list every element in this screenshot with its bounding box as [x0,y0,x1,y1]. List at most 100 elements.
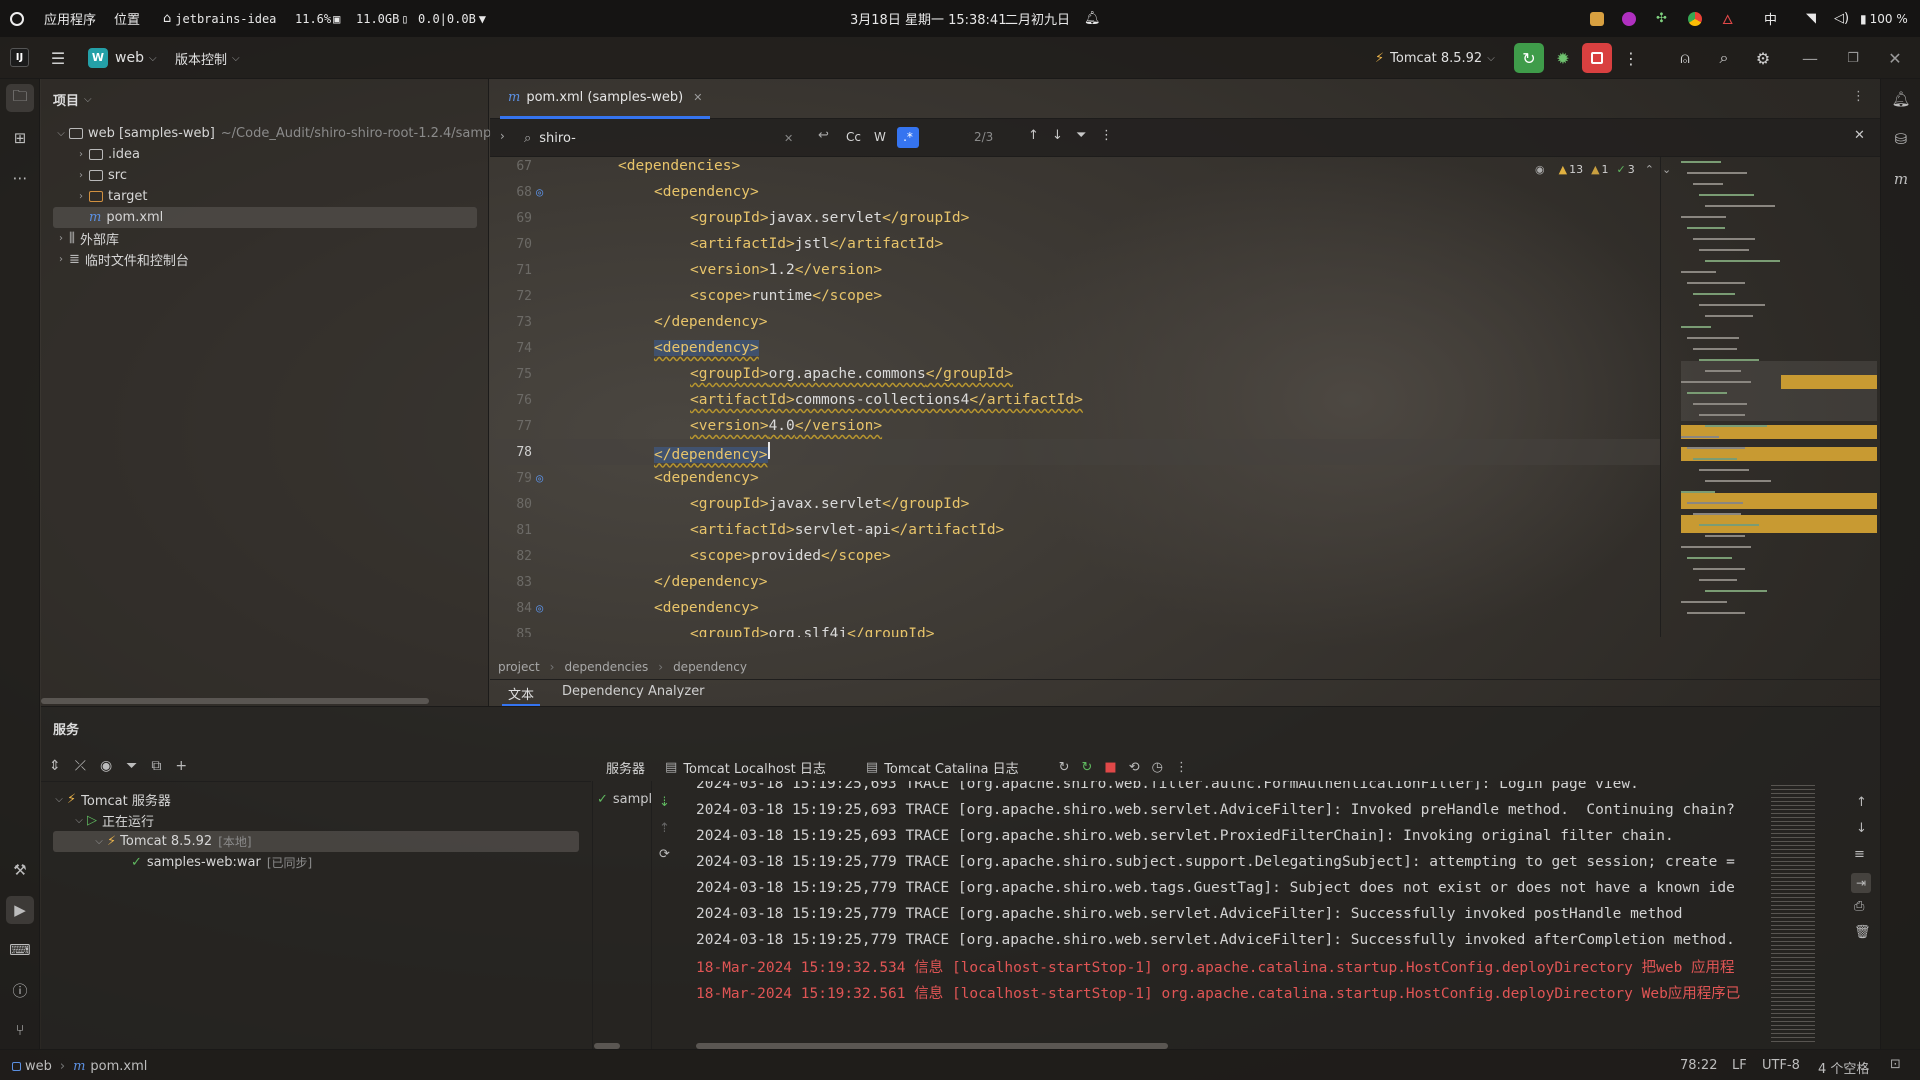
file-encoding[interactable]: UTF-8 [1762,1058,1800,1073]
tray-ime[interactable]: 中 [1764,0,1777,37]
battery-status[interactable]: ▮ 100 % [1860,0,1908,37]
scroll-up-icon[interactable]: ↑ [1856,795,1867,810]
notifications-icon[interactable]: 🔔︎ [1887,85,1915,113]
close-icon[interactable]: ✕ [1880,43,1910,73]
build-tool-icon[interactable]: ⚒ [6,856,34,884]
tree-item-external-libs[interactable]: › ⫼ 外部库 [53,228,119,249]
open-browser-icon[interactable]: ◷ [1152,760,1163,775]
stop-button[interactable] [1582,43,1612,73]
wifi-icon[interactable]: ◥ [1806,0,1816,37]
main-menu-icon[interactable]: ☰ [43,43,73,73]
more-tools-icon[interactable]: ⋯ [6,164,34,192]
project-tool-icon[interactable]: 🗀︎ [6,84,34,112]
next-match-icon[interactable]: ↓ [1052,128,1063,143]
rerun-button[interactable]: ↻ [1514,43,1544,73]
services-tree-running[interactable]: ⌵ ▷ 正在运行 [71,810,154,831]
code-line[interactable]: 71 <version>1.2</version> [490,257,1660,283]
code-line[interactable]: 77 <version>4.0</version> [490,413,1660,439]
match-case-toggle[interactable]: Cc [846,130,861,144]
scroll-to-end-icon[interactable]: ⇥ [1851,873,1871,893]
code-line[interactable]: 68 ◎ <dependency> [490,179,1660,205]
collapse-all-icon[interactable]: ⤫ [75,758,86,774]
project-widget[interactable]: W web ⌵ [88,45,157,71]
add-service-icon[interactable]: + [175,758,187,774]
caret-position[interactable]: 78:22 [1680,1058,1717,1073]
filter-icon[interactable]: ⏷ [1076,128,1086,143]
code-line[interactable]: 69 <groupId>javax.servlet</groupId> [490,205,1660,231]
tray-color-icon[interactable] [1622,0,1636,37]
status-breadcrumb[interactable]: web › m pom.xml [12,1056,147,1076]
editor-tab-pom[interactable]: m pom.xml (samples-web) ✕ [500,79,711,119]
code-line[interactable]: 72 <scope>runtime</scope> [490,283,1660,309]
deploy-icon[interactable]: ⇣ [659,795,670,810]
code-line[interactable]: 67 <dependencies> [490,157,1660,179]
tree-item-src[interactable]: › src [73,165,127,186]
code-line[interactable]: 84 ◎ <dependency> [490,595,1660,621]
chevron-up-icon[interactable]: ⌃ [1645,163,1654,176]
os-datetime[interactable]: 3月18日 星期一 15:38:41 [850,0,1006,37]
status-file[interactable]: pom.xml [90,1059,147,1074]
regex-toggle[interactable]: .* [897,127,919,148]
terminal-tool-icon[interactable]: ⌨ [6,936,34,964]
horizontal-scrollbar[interactable] [41,698,429,704]
os-active-app[interactable]: ⌂ jetbrains-idea [163,0,276,37]
code-line[interactable]: 74 <dependency> [490,335,1660,361]
stop-icon[interactable]: ■ [1104,760,1116,775]
previous-match-icon[interactable]: ↑ [1028,128,1039,143]
deployment-item[interactable]: ✓ sampl [597,789,652,809]
more-actions-icon[interactable]: ⋮ [1616,43,1646,73]
search-field[interactable]: ⌕ shiro- ✕ [524,125,804,151]
debug-button[interactable]: ✹ [1548,43,1578,73]
more-icon[interactable]: ⋮ [1175,760,1188,775]
new-line-icon[interactable]: ↩ [818,128,829,143]
breadcrumb-item[interactable]: dependencies [564,660,648,674]
log-tab-server[interactable]: 服务器 [606,758,645,777]
reader-mode-icon[interactable]: ◉ [1535,163,1545,176]
tree-item-target[interactable]: › target [73,186,148,207]
search-icon[interactable]: ⌕ [1709,43,1739,73]
log-tab-catalina[interactable]: Tomcat Catalina 日志 [884,758,1018,777]
tab-text[interactable]: 文本 [502,684,541,706]
log-scroll-overview[interactable] [1771,785,1815,1045]
soft-wrap-icon[interactable]: ≡ [1854,847,1865,862]
code-line[interactable]: 70 <artifactId>jstl</artifactId> [490,231,1660,257]
inspection-widget[interactable]: ◉ ▲ 13 ▲ 1 ✓ 3 ⌃ ⌄ [1535,163,1671,176]
breadcrumb-item[interactable]: dependency [673,660,747,674]
code-area[interactable]: 67 <dependencies> 68 ◎ <dependency> 69 <groupI… [490,157,1660,637]
tray-cat-icon[interactable] [1590,0,1604,37]
services-tool-icon[interactable]: ▶ [6,896,34,924]
bell-icon[interactable]: 🔔︎ [1084,0,1101,37]
code-line[interactable]: 83 </dependency> [490,569,1660,595]
problems-tool-icon[interactable]: ⓘ [6,976,34,1004]
code-line[interactable]: 73 </dependency> [490,309,1660,335]
tab-dependency-analyzer[interactable]: Dependency Analyzer [562,684,705,706]
os-apps-menu[interactable]: 应用程序 [44,0,96,37]
restart-icon[interactable]: ↻ [1081,760,1092,775]
rerun-icon[interactable]: ↻ [1059,760,1070,775]
maven-dependency-gutter-icon[interactable]: ◎ [532,601,582,615]
add-user-icon[interactable]: ⍝ [1670,43,1700,73]
clear-all-icon[interactable]: 🗑︎ [1854,925,1871,940]
tree-root[interactable]: ⌵ web [samples-web] ~/Code_Audit/shiro-s… [53,123,491,144]
log-output[interactable]: 2024-03-18 15:19:25,693 TRACE [org.apach… [696,781,1768,1035]
code-line[interactable]: 85 <groupId>org.slf4j</groupId> [490,621,1660,637]
project-panel-header[interactable]: 项目 ⌵ [53,89,92,109]
words-toggle[interactable]: W [874,130,886,144]
filter-icon[interactable]: ⏷ [126,758,137,774]
expand-replace-icon[interactable]: › [500,129,505,143]
code-line[interactable]: 78 </dependency> [490,439,1660,465]
code-line[interactable]: 80 <groupId>javax.servlet</groupId> [490,491,1660,517]
tray-pinwheel-icon[interactable]: ✣ [1656,0,1667,37]
status-project[interactable]: web [25,1059,52,1074]
lock-icon[interactable]: ⊡ [1890,1057,1901,1072]
intellij-logo-icon[interactable]: IJ [10,48,29,67]
undeploy-icon[interactable]: ⇡ [659,821,670,836]
os-logo-icon[interactable] [10,0,24,37]
tray-flame-icon[interactable]: 🜂 [1722,0,1733,37]
code-line[interactable]: 76 <artifactId>commons-collections4</arti… [490,387,1660,413]
find-options-icon[interactable]: ⋮ [1100,128,1113,143]
clear-search-icon[interactable]: ✕ [784,132,793,145]
line-separator[interactable]: LF [1732,1058,1747,1073]
code-line[interactable]: 81 <artifactId>servlet-api</artifactId> [490,517,1660,543]
breadcrumb-item[interactable]: project [498,660,540,674]
